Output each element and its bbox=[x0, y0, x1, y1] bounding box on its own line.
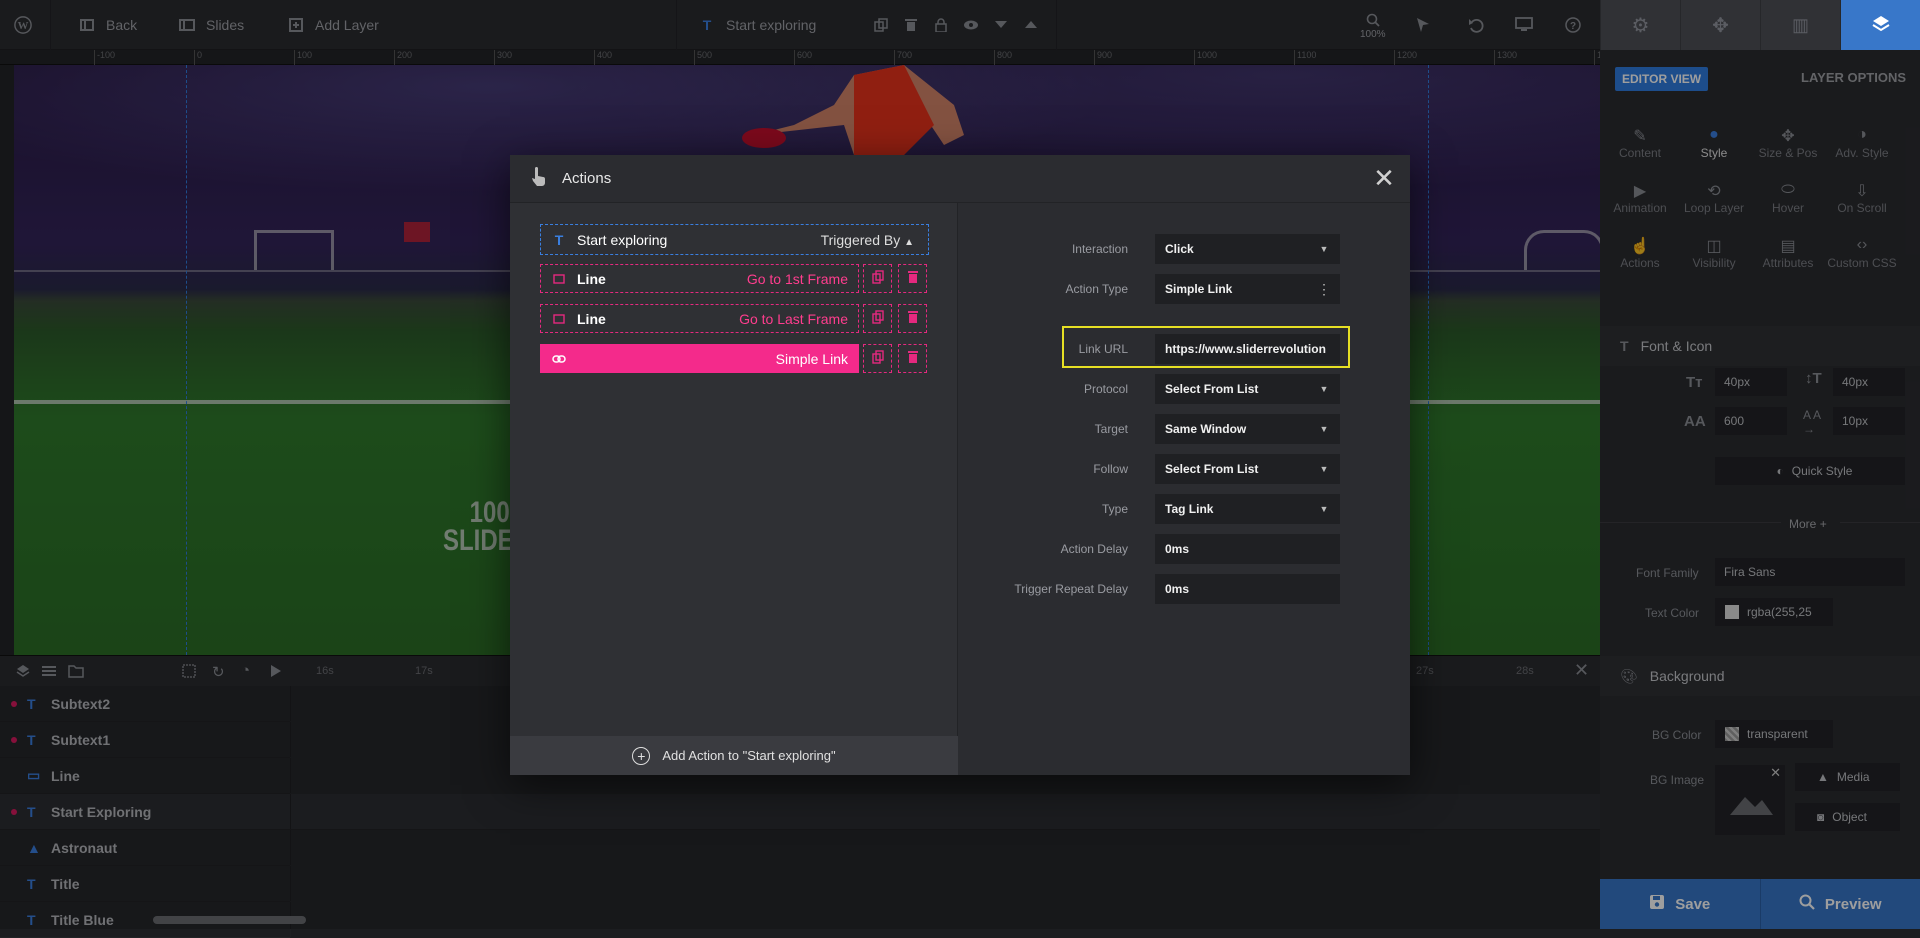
close-modal-button[interactable]: ✕ bbox=[1372, 167, 1396, 191]
move-icon: ✥ bbox=[1712, 13, 1729, 38]
field-input[interactable]: 0ms bbox=[1155, 534, 1340, 564]
action-field-row: Link URL https://www.sliderrevolution bbox=[958, 334, 1410, 364]
field-label: Type bbox=[1102, 502, 1128, 516]
trash-icon bbox=[908, 311, 918, 326]
chevron-down-icon: ▼ bbox=[1308, 414, 1340, 444]
close-icon: ✕ bbox=[1373, 163, 1395, 193]
action-row[interactable]: Line Go to Last Frame bbox=[540, 304, 859, 333]
layers-icon bbox=[1871, 14, 1891, 37]
duplicate-icon bbox=[872, 270, 884, 287]
link-icon bbox=[541, 354, 577, 364]
action-field-row: FollowSelect From List▼ bbox=[958, 454, 1410, 484]
action-settings-panel: InteractionClick▼ Action TypeSimple Link⋮… bbox=[958, 203, 1410, 775]
action-field-row: ProtocolSelect From List▼ bbox=[958, 374, 1410, 404]
caret-up-icon: ▲ bbox=[904, 237, 914, 248]
modal-header: Actions bbox=[510, 155, 1410, 203]
panel-dim-overlay bbox=[1600, 50, 1920, 879]
field-label: Follow bbox=[1093, 462, 1128, 476]
trigger-layer-row[interactable]: T Start exploring Triggered By ▲ bbox=[540, 224, 929, 255]
delete-action-button[interactable] bbox=[898, 264, 927, 293]
slides-panel-icon: ▥ bbox=[1792, 15, 1809, 36]
delete-action-button[interactable] bbox=[898, 304, 927, 333]
action-field-row: InteractionClick▼ bbox=[958, 234, 1410, 264]
chevron-down-icon: ▼ bbox=[1308, 374, 1340, 404]
chevron-down-icon: ▼ bbox=[1308, 234, 1340, 264]
right-panel-tabs: ⚙ ✥ ▥ bbox=[1600, 0, 1920, 50]
tab-slides[interactable]: ▥ bbox=[1760, 0, 1840, 50]
action-field-row: TypeTag Link▼ bbox=[958, 494, 1410, 524]
layer-options-panel: EDITOR VIEW LAYER OPTIONS ✎Content●Style… bbox=[1600, 50, 1920, 879]
action-field-row: Action TypeSimple Link⋮ bbox=[958, 274, 1410, 304]
field-label: Protocol bbox=[1084, 382, 1128, 396]
trash-icon bbox=[908, 351, 918, 366]
actions-list-panel: T Start exploring Triggered By ▲ Line Go… bbox=[510, 203, 958, 775]
action-type: Simple Link bbox=[776, 351, 848, 367]
gear-icon: ⚙ bbox=[1632, 13, 1650, 38]
action-type: Go to 1st Frame bbox=[747, 271, 848, 287]
field-label: Link URL bbox=[1079, 342, 1128, 356]
action-target: Line bbox=[577, 311, 606, 327]
action-field-row: Trigger Repeat Delay 0ms bbox=[958, 574, 1410, 604]
tab-settings[interactable]: ⚙ bbox=[1600, 0, 1680, 50]
add-action-button[interactable]: + Add Action to "Start exploring" bbox=[510, 736, 958, 775]
field-label: Interaction bbox=[1072, 242, 1128, 256]
chevron-down-icon: ▼ bbox=[1308, 494, 1340, 524]
duplicate-icon bbox=[872, 310, 884, 327]
plus-circle-icon: + bbox=[632, 747, 650, 765]
duplicate-action-button[interactable] bbox=[863, 264, 892, 293]
hand-pointer-icon bbox=[530, 167, 546, 191]
shape-icon bbox=[541, 274, 577, 284]
shape-icon bbox=[541, 314, 577, 324]
text-icon: T bbox=[541, 232, 577, 248]
triggered-by-toggle[interactable]: Triggered By ▲ bbox=[821, 232, 914, 248]
field-label: Target bbox=[1095, 422, 1128, 436]
field-label: Action Type bbox=[1066, 282, 1128, 296]
save-bar-dim bbox=[1600, 879, 1920, 929]
tab-layers[interactable] bbox=[1840, 0, 1920, 50]
more-vertical-icon: ⋮ bbox=[1308, 274, 1340, 304]
chevron-down-icon: ▼ bbox=[1308, 454, 1340, 484]
field-label: Action Delay bbox=[1061, 542, 1128, 556]
action-row[interactable]: Line Go to 1st Frame bbox=[540, 264, 859, 293]
trash-icon bbox=[908, 271, 918, 286]
duplicate-action-button[interactable] bbox=[863, 304, 892, 333]
triggered-by-label: Triggered By bbox=[821, 232, 901, 248]
action-field-row: TargetSame Window▼ bbox=[958, 414, 1410, 444]
field-input[interactable]: 0ms bbox=[1155, 574, 1340, 604]
duplicate-action-button[interactable] bbox=[863, 344, 892, 373]
add-action-label: Add Action to "Start exploring" bbox=[662, 748, 835, 763]
trigger-layer-name: Start exploring bbox=[577, 232, 667, 248]
field-label: Trigger Repeat Delay bbox=[1014, 582, 1128, 596]
action-field-row: Action Delay 0ms bbox=[958, 534, 1410, 564]
modal-title: Actions bbox=[562, 170, 611, 187]
action-target: Line bbox=[577, 271, 606, 287]
duplicate-icon bbox=[872, 350, 884, 367]
action-type: Go to Last Frame bbox=[739, 311, 848, 327]
actions-modal: Actions ✕ T Start exploring Triggered By… bbox=[510, 155, 1410, 775]
field-input[interactable]: https://www.sliderrevolution bbox=[1155, 334, 1340, 364]
delete-action-button[interactable] bbox=[898, 344, 927, 373]
tab-navigation[interactable]: ✥ bbox=[1680, 0, 1760, 50]
action-row-selected[interactable]: Simple Link bbox=[540, 344, 859, 373]
